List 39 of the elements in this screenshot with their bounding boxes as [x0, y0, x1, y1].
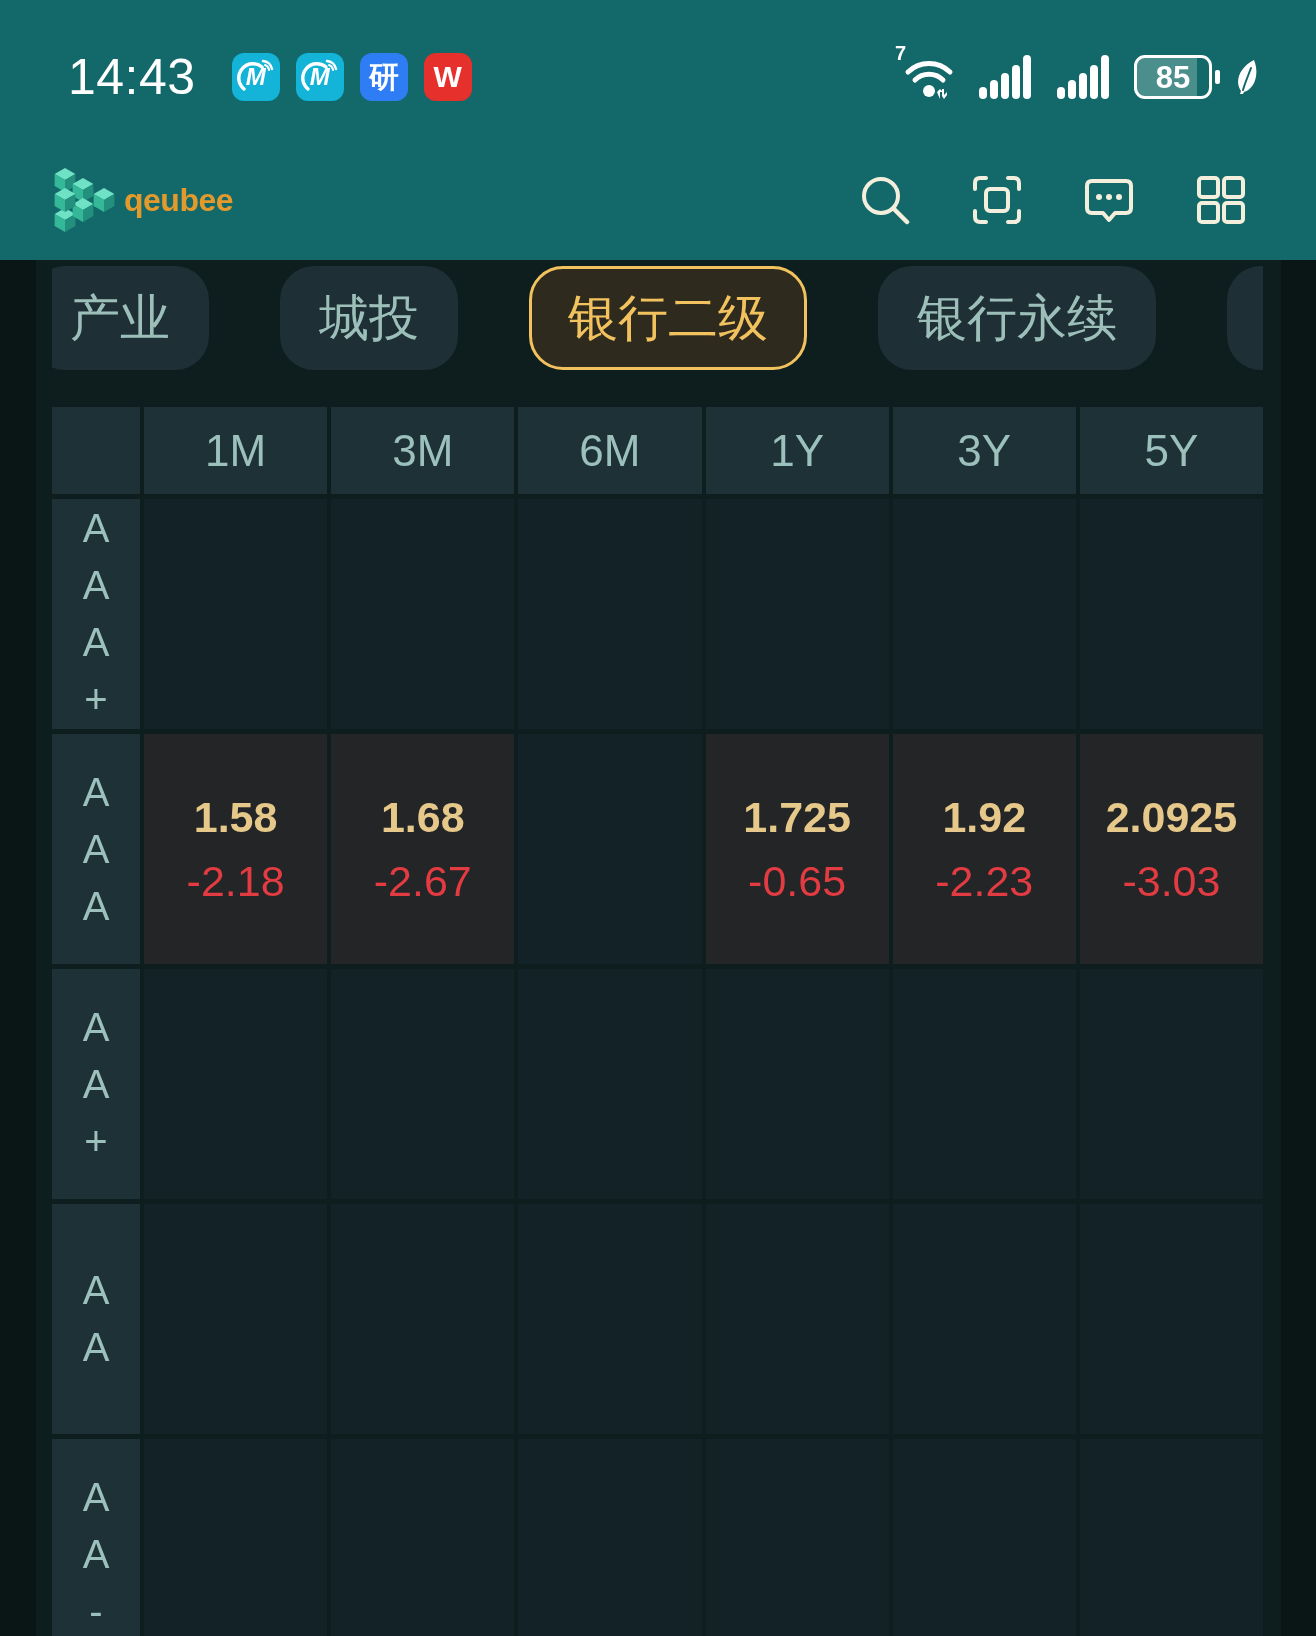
tab[interactable]: 银行二级 — [529, 266, 807, 370]
signal-icon — [978, 55, 1034, 99]
yield-value: 1.68 — [380, 792, 465, 843]
brand-name: qeubee — [124, 184, 234, 216]
app-notification-icon: W — [423, 53, 472, 101]
column-header: 3M — [331, 407, 515, 494]
scan-icon[interactable] — [972, 175, 1022, 225]
column-header: 6M — [518, 407, 702, 494]
signal-icon — [1056, 55, 1112, 99]
wifi-standard-label: 7 — [894, 43, 906, 63]
leaf-icon — [1236, 59, 1258, 95]
column-header: 1M — [144, 407, 328, 494]
column-header: 3Y — [892, 407, 1076, 494]
column-header: 5Y — [1079, 407, 1263, 494]
grid-menu-icon[interactable] — [1196, 175, 1246, 225]
yield-value: 2.0925 — [1105, 792, 1238, 843]
yield-value: 1.725 — [743, 792, 851, 843]
change-value: -2.67 — [373, 856, 472, 907]
row-label: AA+ — [52, 969, 140, 1199]
battery-indicator: 85 — [1134, 55, 1220, 99]
app-notification-icon: M — [295, 53, 344, 101]
column-header: 1Y — [705, 407, 889, 494]
yield-value: 1.92 — [942, 792, 1027, 843]
change-value: -2.23 — [935, 856, 1034, 907]
status-time: 14:43 — [68, 52, 196, 102]
tab[interactable]: 产业 — [52, 266, 209, 370]
app-notification-icon: 研 — [359, 53, 408, 101]
tab[interactable]: 银行永续 — [878, 266, 1156, 370]
change-value: -2.18 — [186, 856, 285, 907]
tab[interactable]: 城投 — [280, 266, 458, 370]
row-label: AAA — [52, 734, 140, 964]
row-label: AA- — [52, 1439, 140, 1636]
change-value: -3.03 — [1122, 856, 1221, 907]
change-value: -0.65 — [748, 856, 847, 907]
app-notification-icon: M — [231, 53, 280, 101]
row-label: AAA+ — [52, 499, 140, 729]
yield-value: 1.58 — [193, 792, 278, 843]
search-icon[interactable] — [860, 175, 910, 225]
row-label: AA — [52, 1204, 140, 1434]
